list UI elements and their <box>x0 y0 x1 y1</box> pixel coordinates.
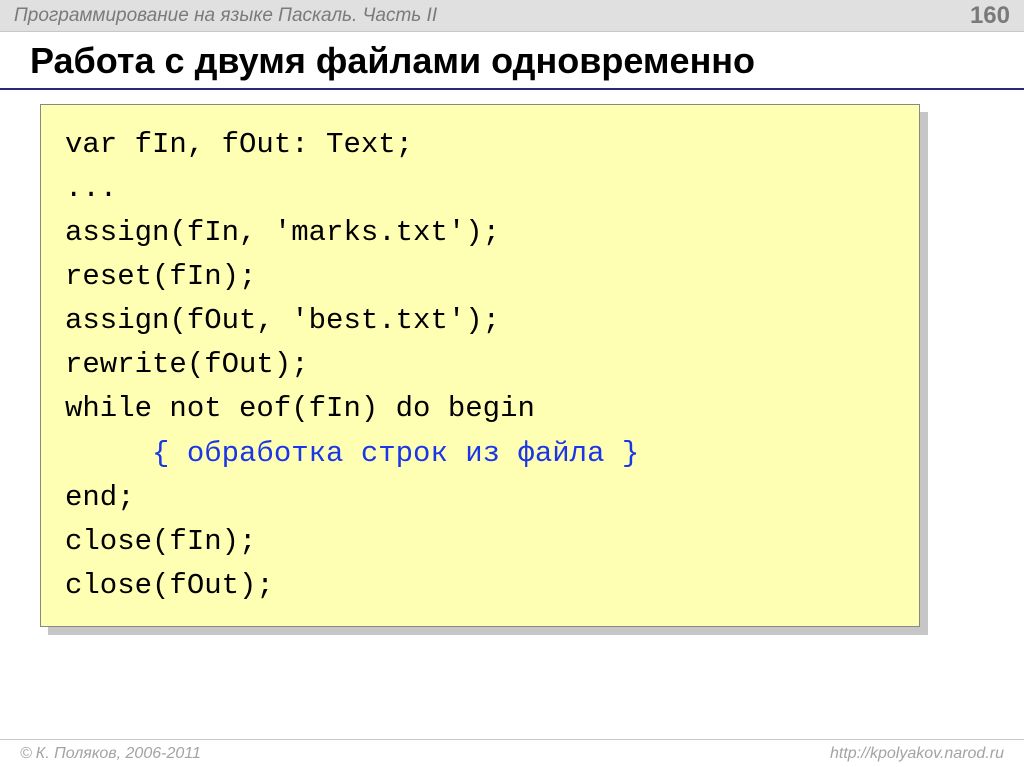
header-title: Программирование на языке Паскаль. Часть… <box>14 5 437 27</box>
code-line: rewrite(fOut); <box>65 348 309 381</box>
code-line: while not eof(fIn) do begin <box>65 392 535 425</box>
header-bar: Программирование на языке Паскаль. Часть… <box>0 0 1024 32</box>
code-line: end; <box>65 481 135 514</box>
code-line: assign(fIn, 'marks.txt'); <box>65 216 500 249</box>
code-line: reset(fIn); <box>65 260 256 293</box>
code-line: close(fIn); <box>65 525 256 558</box>
slide-title: Работа с двумя файлами одновременно <box>0 32 1024 90</box>
code-line: assign(fOut, 'best.txt'); <box>65 304 500 337</box>
code-line: var fIn, fOut: Text; <box>65 128 413 161</box>
footer-author: © К. Поляков, 2006-2011 <box>20 745 201 763</box>
code-comment: { обработка строк из файла } <box>152 437 639 470</box>
code-line: close(fOut); <box>65 569 274 602</box>
copyright-icon: © <box>20 745 32 763</box>
code-indent <box>65 437 152 470</box>
code-block: var fIn, fOut: Text; ... assign(fIn, 'ma… <box>40 104 920 627</box>
page-number: 160 <box>970 2 1010 30</box>
author-text: К. Поляков, 2006-2011 <box>36 745 201 763</box>
footer-url: http://kpolyakov.narod.ru <box>830 745 1004 763</box>
footer-bar: © К. Поляков, 2006-2011 http://kpolyakov… <box>0 739 1024 767</box>
code-line: ... <box>65 172 117 205</box>
code-wrap: var fIn, fOut: Text; ... assign(fIn, 'ma… <box>40 104 920 627</box>
